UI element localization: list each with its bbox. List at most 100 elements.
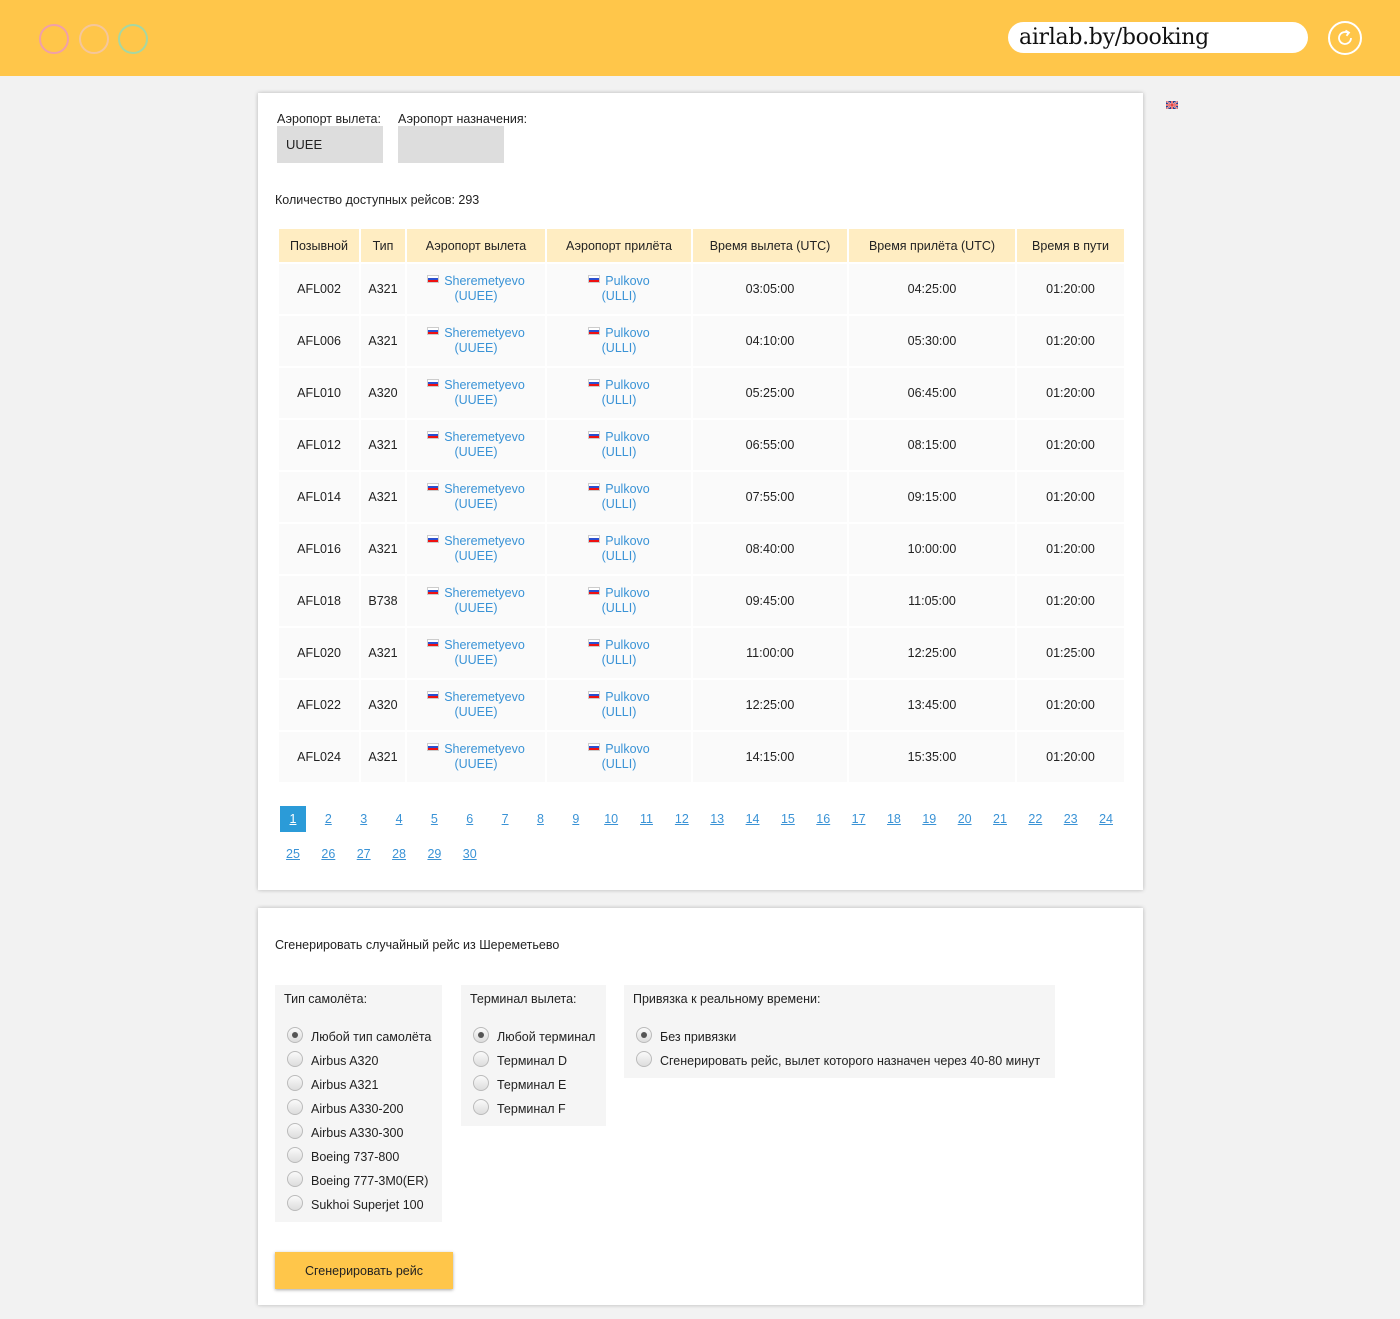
page-link[interactable]: 15: [775, 806, 801, 832]
radio-button[interactable]: [287, 1195, 303, 1211]
radio-button[interactable]: [473, 1099, 489, 1115]
arrival-airport-link-name[interactable]: Pulkovo: [605, 690, 649, 704]
departure-airport-link-code[interactable]: (UUEE): [454, 705, 497, 719]
window-close-dot[interactable]: [39, 24, 69, 54]
arrival-airport-link-code[interactable]: (ULLI): [602, 757, 637, 771]
arrival-airport-link-code[interactable]: (ULLI): [602, 653, 637, 667]
header-callsign[interactable]: Позывной: [279, 229, 359, 262]
page-link[interactable]: 8: [527, 806, 553, 832]
departure-airport-link-code[interactable]: (UUEE): [454, 653, 497, 667]
page-link[interactable]: 1: [280, 806, 306, 832]
reload-icon[interactable]: [1328, 21, 1362, 55]
departure-airport-link-code[interactable]: (UUEE): [454, 549, 497, 563]
arrival-airport-link-name[interactable]: Pulkovo: [605, 638, 649, 652]
arrival-airport-link-name[interactable]: Pulkovo: [605, 742, 649, 756]
header-arrival-airport[interactable]: Аэропорт прилёта: [547, 229, 691, 262]
departure-airport-link-name[interactable]: Sheremetyevo: [444, 586, 525, 600]
radio-button[interactable]: [473, 1075, 489, 1091]
page-link[interactable]: 26: [315, 841, 341, 867]
radio-button[interactable]: [287, 1099, 303, 1115]
generate-flight-button[interactable]: Сгенерировать рейс: [275, 1252, 453, 1289]
arrival-airport-link-code[interactable]: (ULLI): [602, 601, 637, 615]
departure-airport-link-code[interactable]: (UUEE): [454, 445, 497, 459]
header-departure-airport[interactable]: Аэропорт вылета: [407, 229, 545, 262]
departure-airport-link-code[interactable]: (UUEE): [454, 341, 497, 355]
radio-button[interactable]: [287, 1123, 303, 1139]
arrival-airport-link-name[interactable]: Pulkovo: [605, 274, 649, 288]
window-maximize-dot[interactable]: [118, 24, 148, 54]
radio-button[interactable]: [287, 1171, 303, 1187]
page-link[interactable]: 18: [881, 806, 907, 832]
page-link[interactable]: 21: [987, 806, 1013, 832]
header-departure-time[interactable]: Время вылета (UTC): [693, 229, 847, 262]
departure-airport-link-name[interactable]: Sheremetyevo: [444, 742, 525, 756]
arrival-airport-link-code[interactable]: (ULLI): [602, 341, 637, 355]
radio-button[interactable]: [287, 1147, 303, 1163]
page-link[interactable]: 25: [280, 841, 306, 867]
page-link[interactable]: 27: [351, 841, 377, 867]
page-link[interactable]: 13: [704, 806, 730, 832]
arrival-airport-link-code[interactable]: (ULLI): [602, 497, 637, 511]
arrival-airport-link-code[interactable]: (ULLI): [602, 445, 637, 459]
page-link[interactable]: 12: [669, 806, 695, 832]
arrival-airport-link-code[interactable]: (ULLI): [602, 549, 637, 563]
departure-airport-link-code[interactable]: (UUEE): [454, 393, 497, 407]
page-link[interactable]: 30: [457, 841, 483, 867]
arrival-airport-link-code[interactable]: (ULLI): [602, 393, 637, 407]
address-bar[interactable]: airlab.by/booking: [1008, 22, 1308, 53]
page-link[interactable]: 28: [386, 841, 412, 867]
departure-airport-link-code[interactable]: (UUEE): [454, 289, 497, 303]
window-minimize-dot[interactable]: [79, 24, 109, 54]
departure-airport-link-code[interactable]: (UUEE): [454, 757, 497, 771]
departure-airport-link-name[interactable]: Sheremetyevo: [444, 482, 525, 496]
page-link[interactable]: 17: [846, 806, 872, 832]
radio-button[interactable]: [636, 1051, 652, 1067]
departure-airport-link-name[interactable]: Sheremetyevo: [444, 638, 525, 652]
page-link[interactable]: 7: [492, 806, 518, 832]
page-link[interactable]: 22: [1022, 806, 1048, 832]
page-link[interactable]: 29: [421, 841, 447, 867]
departure-airport-input[interactable]: [277, 126, 383, 163]
header-arrival-time[interactable]: Время прилёта (UTC): [849, 229, 1015, 262]
arrival-airport-link-name[interactable]: Pulkovo: [605, 378, 649, 392]
radio-button[interactable]: [473, 1051, 489, 1067]
departure-airport-link-name[interactable]: Sheremetyevo: [444, 274, 525, 288]
arrival-airport-link-name[interactable]: Pulkovo: [605, 534, 649, 548]
page-link[interactable]: 4: [386, 806, 412, 832]
departure-airport-link-name[interactable]: Sheremetyevo: [444, 690, 525, 704]
page-link[interactable]: 16: [810, 806, 836, 832]
radio-button[interactable]: [287, 1075, 303, 1091]
page-link[interactable]: 6: [457, 806, 483, 832]
arrival-airport-link-name[interactable]: Pulkovo: [605, 430, 649, 444]
page-link[interactable]: 9: [563, 806, 589, 832]
arrival-airport-link-name[interactable]: Pulkovo: [605, 326, 649, 340]
radio-button[interactable]: [287, 1051, 303, 1067]
page-link[interactable]: 14: [740, 806, 766, 832]
departure-airport-link-name[interactable]: Sheremetyevo: [444, 430, 525, 444]
page-link[interactable]: 3: [351, 806, 377, 832]
page-link[interactable]: 2: [315, 806, 341, 832]
header-type[interactable]: Тип: [361, 229, 405, 262]
radio-button[interactable]: [473, 1027, 489, 1043]
page-link[interactable]: 24: [1093, 806, 1119, 832]
departure-airport-link-name[interactable]: Sheremetyevo: [444, 534, 525, 548]
arrival-airport-link-name[interactable]: Pulkovo: [605, 586, 649, 600]
departure-airport-link-name[interactable]: Sheremetyevo: [444, 326, 525, 340]
page-link[interactable]: 19: [916, 806, 942, 832]
departure-airport-link-name[interactable]: Sheremetyevo: [444, 378, 525, 392]
page-link[interactable]: 23: [1058, 806, 1084, 832]
arrival-airport-link-code[interactable]: (ULLI): [602, 289, 637, 303]
radio-button[interactable]: [287, 1027, 303, 1043]
arrival-airport-link-code[interactable]: (ULLI): [602, 705, 637, 719]
page-link[interactable]: 5: [421, 806, 447, 832]
departure-airport-link-code[interactable]: (UUEE): [454, 497, 497, 511]
departure-airport-link-code[interactable]: (UUEE): [454, 601, 497, 615]
page-link[interactable]: 10: [598, 806, 624, 832]
header-duration[interactable]: Время в пути: [1017, 229, 1124, 262]
page-link[interactable]: 20: [952, 806, 978, 832]
radio-button[interactable]: [636, 1027, 652, 1043]
arrival-airport-link-name[interactable]: Pulkovo: [605, 482, 649, 496]
arrival-airport-input[interactable]: [398, 126, 504, 163]
uk-flag-icon[interactable]: [1165, 96, 1179, 110]
page-link[interactable]: 11: [634, 806, 660, 832]
